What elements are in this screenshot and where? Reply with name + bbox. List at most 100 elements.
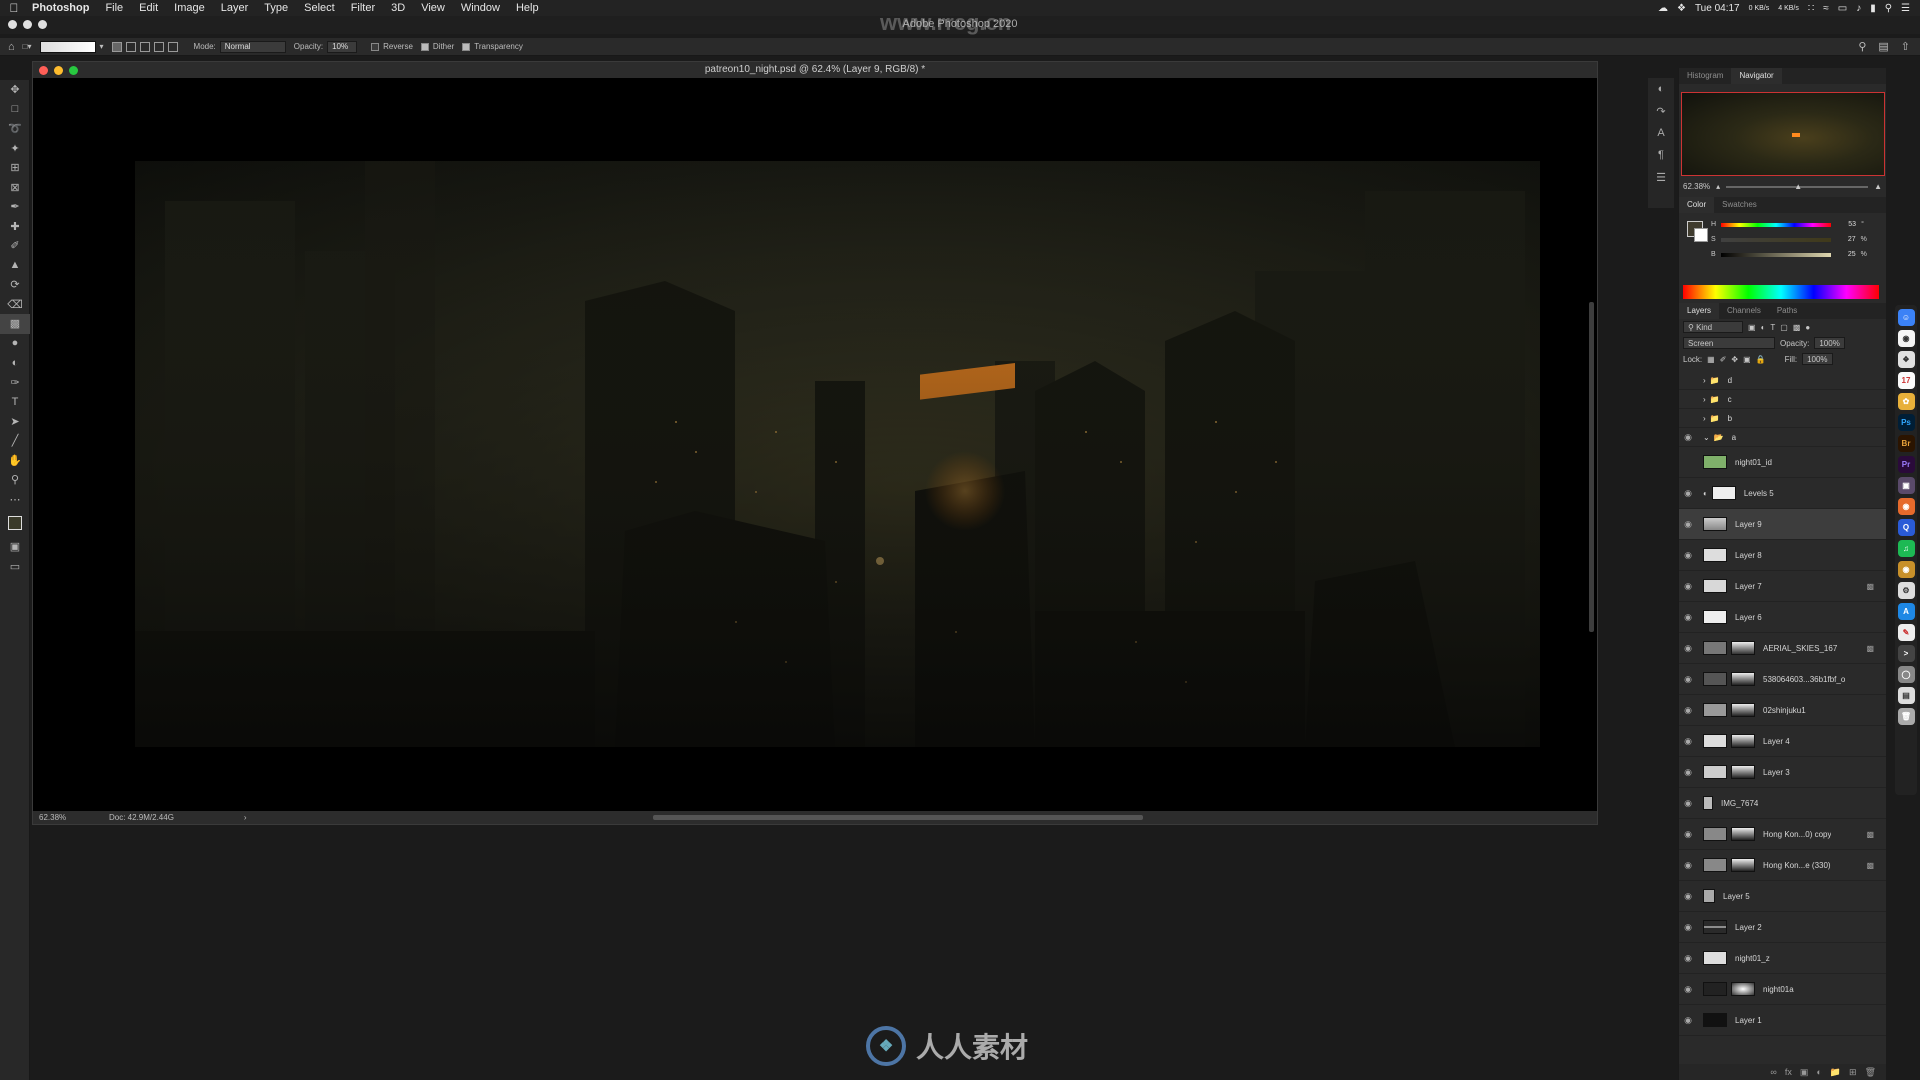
pen-tool-icon[interactable]: ✑ [0,373,30,393]
status-doc-size[interactable]: Doc: 42.9M/2.44G [109,813,174,822]
layer-name[interactable]: Hong Kon...0) copy [1763,830,1831,839]
layer-link-icon[interactable]: ▩ [1866,582,1874,591]
apple-menu-icon[interactable]:  [0,1,28,15]
navigator-zoom-value[interactable]: 62.38% [1683,182,1710,191]
visibility-eye-icon[interactable]: ◉ [1679,798,1697,809]
layer-name[interactable]: Layer 9 [1735,520,1762,529]
layer-mask-thumbnail[interactable] [1731,982,1755,996]
layer-style-icon[interactable]: fx [1785,1067,1792,1077]
creative-cloud-icon[interactable]: ☁ [1658,3,1668,14]
tab-color[interactable]: Color [1679,197,1715,213]
visibility-eye-icon[interactable]: ◉ [1679,953,1697,964]
layer-row[interactable]: ◉ Layer 2 [1679,912,1886,943]
menu-layer[interactable]: Layer [213,2,257,14]
layer-name[interactable]: night01a [1763,985,1794,994]
filter-pixel-icon[interactable]: ▣ [1748,323,1756,332]
layer-row[interactable]: ◉ Hong Kon...e (330) ▩ [1679,850,1886,881]
layer-row[interactable]: ◉ Layer 6 [1679,602,1886,633]
layer-filter-select[interactable]: ⚲ Kind [1683,321,1743,333]
filter-shape-icon[interactable]: ▢ [1780,323,1788,332]
filter-toggle-icon[interactable]: ● [1805,323,1810,332]
mode-select[interactable]: Normal [219,40,286,53]
line-tool-icon[interactable]: ╱ [0,431,30,451]
visibility-eye-icon[interactable]: ◉ [1679,829,1697,840]
layer-group-b[interactable]: › 📁 b [1679,409,1886,428]
zoom-in-icon[interactable]: ▲ [1874,182,1882,191]
visibility-eye-icon[interactable]: ◉ [1679,705,1697,716]
visibility-eye-icon[interactable]: ◉ [1679,581,1697,592]
status-zoom[interactable]: 62.38% [39,813,99,822]
linear-gradient-button[interactable] [111,41,122,52]
layer-link-icon[interactable]: ▩ [1866,830,1874,839]
history-brush-tool-icon[interactable]: ⟳ [0,275,30,295]
new-group-icon[interactable]: 📁 [1830,1067,1841,1078]
layer-row[interactable]: ◉ night01_z [1679,943,1886,974]
bridge-app-icon[interactable]: Br [1897,435,1915,452]
utility-app-icon[interactable]: ◯ [1897,666,1915,683]
trash-app-icon[interactable]: 🗑 [1897,708,1915,725]
hand-tool-icon[interactable]: ✋ [0,451,30,471]
eyedropper-tool-icon[interactable]: ✒ [0,197,30,217]
angle-gradient-button[interactable] [139,41,150,52]
wifi-icon[interactable]: ≈ [1823,3,1829,14]
delete-layer-icon[interactable]: 🗑 [1865,1067,1876,1078]
layer-row[interactable]: ◉ 02shinjuku1 [1679,695,1886,726]
lock-all-icon[interactable]: 🔒 [1756,355,1766,364]
premiere-app-icon[interactable]: Pr [1897,456,1915,473]
layer-name[interactable]: Layer 7 [1735,582,1762,591]
zoom-out-icon[interactable]: ▴ [1716,182,1720,191]
filter-adjustment-icon[interactable]: ◐ [1761,323,1766,332]
layer-name[interactable]: Levels 5 [1744,489,1774,498]
layer-row[interactable]: ◉ IMG_7674 [1679,788,1886,819]
layer-mask-thumbnail[interactable] [1731,858,1755,872]
visibility-eye-icon[interactable]: ◉ [1679,891,1697,902]
layer-mask-thumbnail[interactable] [1731,703,1755,717]
layer-row[interactable]: ◉ ◐ Levels 5 [1679,478,1886,509]
brightness-value[interactable]: 25 [1836,251,1856,258]
gradient-swatch[interactable] [39,40,96,53]
tab-swatches[interactable]: Swatches [1714,197,1765,213]
brush-tool-icon[interactable]: ✐ [0,236,30,256]
layer-group-c[interactable]: › 📁 c [1679,390,1886,409]
menu-filter[interactable]: Filter [343,2,383,14]
spotlight-icon[interactable]: ⚲ [1885,3,1892,14]
color-swatches-icon[interactable] [0,509,30,537]
crop-tool-icon[interactable]: ⊞ [0,158,30,178]
expand-arrow-icon[interactable]: › [1703,414,1706,423]
menu-file[interactable]: File [97,2,131,14]
layer-name[interactable]: Layer 3 [1763,768,1790,777]
spotify-app-icon[interactable]: ♫ [1897,540,1915,557]
layer-link-icon[interactable]: ▩ [1866,644,1874,653]
layer-name[interactable]: Layer 5 [1723,892,1750,901]
layer-row[interactable]: ◉ 538064603...36b1fbf_o [1679,664,1886,695]
visibility-eye-icon[interactable]: ◉ [1679,922,1697,933]
opacity-input[interactable]: 10% [327,40,358,53]
home-icon[interactable]: ⌂ [8,41,15,53]
adjustments-panel-icon[interactable]: ◐ [1648,78,1674,100]
layer-name[interactable]: 538064603...36b1fbf_o [1763,675,1845,684]
horizontal-scrollbar[interactable] [653,815,1143,820]
navigator-preview[interactable] [1680,92,1885,176]
navigator-zoom-slider[interactable]: ▲ [1726,182,1869,191]
layer-mask-thumbnail[interactable] [1731,734,1755,748]
visibility-eye-icon[interactable]: ◉ [1679,643,1697,654]
marquee-tool-icon[interactable]: □ [0,100,30,120]
layer-name[interactable]: night01_id [1735,458,1772,467]
layer-name[interactable]: Hong Kon...e (330) [1763,861,1831,870]
layer-name[interactable]: AERIAL_SKIES_167 [1763,644,1837,653]
more-tools-icon[interactable]: ⋯ [0,490,30,510]
visibility-eye-icon[interactable]: ◉ [1679,767,1697,778]
lock-pixels-icon[interactable]: ✐ [1720,355,1727,364]
clock[interactable]: Tue 04:17 [1695,3,1740,14]
calendar-app-icon[interactable]: 17 [1897,372,1915,389]
visibility-eye-icon[interactable]: ◉ [1679,736,1697,747]
foreground-color-swatch[interactable] [8,516,22,530]
layer-row[interactable]: ◉ Hong Kon...0) copy ▩ [1679,819,1886,850]
app-menu[interactable]: Photoshop [28,2,97,14]
bluetooth-icon[interactable]: ∷ [1808,3,1814,14]
tab-layers[interactable]: Layers [1679,303,1720,319]
notification-icon[interactable]: ☰ [1901,3,1910,14]
path-selection-tool-icon[interactable]: ➤ [0,412,30,432]
saturation-slider[interactable] [1720,237,1831,242]
visibility-eye-icon[interactable]: ◉ [1679,519,1697,530]
